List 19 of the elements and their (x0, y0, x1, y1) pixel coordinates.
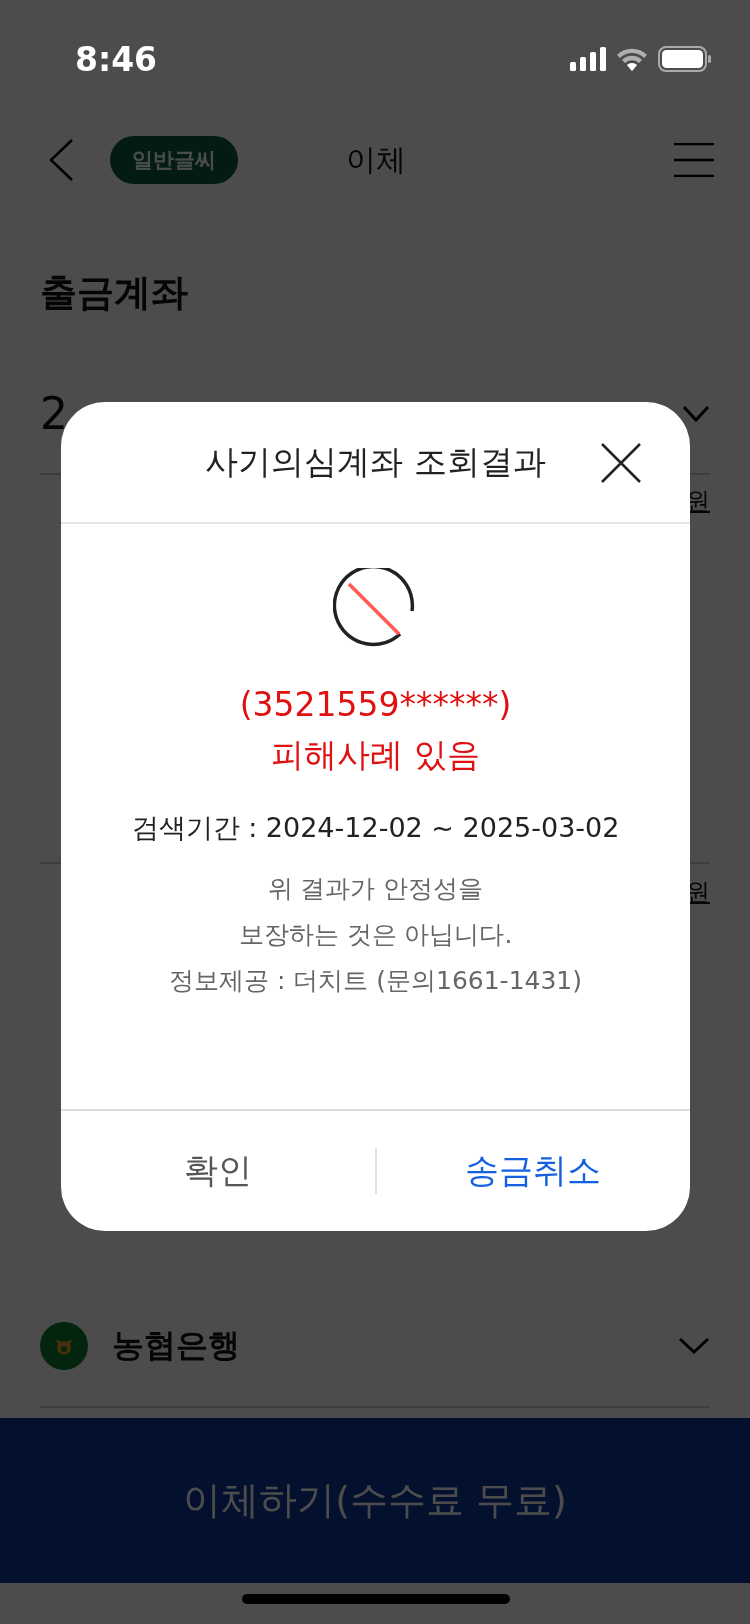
battery-icon (658, 46, 712, 72)
search-period: 검색기간 : 2024-12-02 ~ 2025-03-02 (131, 811, 620, 845)
close-icon[interactable] (600, 442, 642, 484)
currency-label: 원 (686, 877, 710, 908)
account-number: 2 (40, 388, 68, 439)
currency-label: 원 (686, 486, 710, 517)
account-number: (3521559******) (239, 684, 512, 726)
status-time: 8:46 (75, 39, 158, 79)
wifi-icon (616, 47, 648, 71)
page-title: 이체 (346, 140, 406, 179)
notice-text: 보장하는 것은 아닙니다. (238, 919, 513, 951)
cancel-transfer-button[interactable]: 송금취소 (376, 1111, 690, 1231)
result-text: 피해사례 있음 (271, 734, 480, 776)
section-title: 출금계좌 (40, 270, 189, 316)
dialog-title: 사기의심계좌 조회결과 (205, 440, 546, 483)
confirm-button[interactable]: 확인 (61, 1111, 375, 1231)
notice-text: 정보제공 : 더치트 (문의1661-1431) (168, 965, 582, 997)
notice-text: 위 결과가 안정성을 (267, 873, 484, 905)
signal-icon (570, 47, 606, 71)
